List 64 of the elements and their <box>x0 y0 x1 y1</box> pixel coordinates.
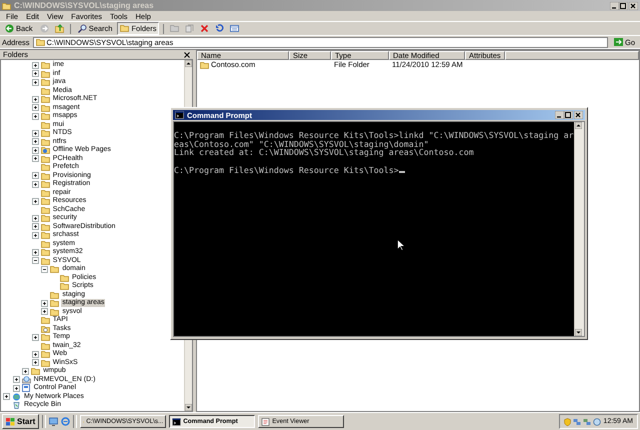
expand-icon[interactable] <box>32 232 39 239</box>
console-line: eas\Contoso.com" "C:\WINDOWS\SYSVOL\staging\domain" <box>174 140 429 148</box>
expand-icon[interactable] <box>32 248 39 256</box>
recycle-bin-icon <box>12 401 21 410</box>
expand-icon[interactable] <box>32 112 39 120</box>
collapse-icon[interactable] <box>41 266 48 273</box>
scrollbar[interactable] <box>574 122 584 336</box>
expand-icon[interactable] <box>12 376 20 384</box>
windows-flag-icon <box>6 418 15 426</box>
expand-icon[interactable] <box>32 96 39 103</box>
views-icon[interactable] <box>230 24 240 33</box>
close-button[interactable] <box>574 111 583 119</box>
event-log-icon <box>261 418 270 426</box>
back-arrow-icon <box>5 24 14 33</box>
browser-e-icon[interactable] <box>61 417 70 426</box>
network-globe-icon <box>12 392 21 401</box>
expand-icon[interactable] <box>32 104 39 112</box>
clock-folder-icon <box>40 324 50 333</box>
expand-icon[interactable] <box>32 350 39 358</box>
scroll-up-arrow-icon[interactable] <box>575 122 582 129</box>
expand-icon[interactable] <box>32 146 39 154</box>
console-line: C:\Program Files\Windows Resource Kits\Tools> <box>174 166 574 174</box>
go-arrow-icon <box>614 38 623 46</box>
scroll-down-arrow-icon[interactable] <box>575 329 582 336</box>
control-panel-icon <box>22 384 31 392</box>
minimize-button[interactable] <box>554 111 564 119</box>
search-icon <box>78 24 87 33</box>
mouse-pointer-icon <box>397 239 405 251</box>
delete-icon[interactable] <box>200 24 210 33</box>
expand-icon[interactable] <box>32 214 39 222</box>
expand-icon[interactable] <box>32 78 39 86</box>
console-icon <box>172 418 182 426</box>
expand-icon[interactable] <box>32 70 39 78</box>
expand-icon[interactable] <box>3 393 10 400</box>
console-icon <box>175 111 184 119</box>
expand-icon[interactable] <box>32 172 39 180</box>
expand-icon[interactable] <box>32 180 39 188</box>
desktop-icon[interactable] <box>49 417 58 426</box>
expand-icon[interactable] <box>32 155 39 162</box>
undo-icon[interactable] <box>215 24 224 33</box>
expand-icon[interactable] <box>32 223 39 230</box>
globe-folder-icon <box>40 146 50 154</box>
cursor-icon <box>398 170 405 173</box>
expand-icon[interactable] <box>22 368 30 375</box>
close-icon[interactable] <box>184 52 190 58</box>
expand-icon[interactable] <box>41 308 48 316</box>
expand-icon[interactable] <box>32 198 39 205</box>
expand-icon[interactable] <box>32 359 39 366</box>
cd-drive-icon <box>22 376 31 384</box>
expand-icon[interactable] <box>32 62 39 69</box>
expand-icon[interactable] <box>32 334 39 341</box>
start-button[interactable]: Start <box>2 414 40 429</box>
scroll-down-arrow-icon[interactable] <box>185 404 192 411</box>
expand-icon[interactable] <box>41 300 48 307</box>
globe-icon[interactable] <box>593 418 602 426</box>
console-line: Link created at: C:\WINDOWS\SYSVOL\staging areas\Contoso.com <box>174 148 475 158</box>
collapse-icon[interactable] <box>32 257 39 264</box>
folder-up-icon[interactable] <box>54 24 64 33</box>
window-title: C:\WINDOWS\SYSVOL\staging areas <box>14 1 155 10</box>
console-line: C:\Program Files\Windows Resource Kits\Tools>linkd "C:\WINDOWS\SYSVOL\staging ar <box>174 131 574 140</box>
scroll-up-arrow-icon[interactable] <box>185 60 192 67</box>
expand-icon[interactable] <box>32 138 39 146</box>
expand-icon[interactable] <box>32 130 39 137</box>
expand-icon[interactable] <box>12 384 20 392</box>
